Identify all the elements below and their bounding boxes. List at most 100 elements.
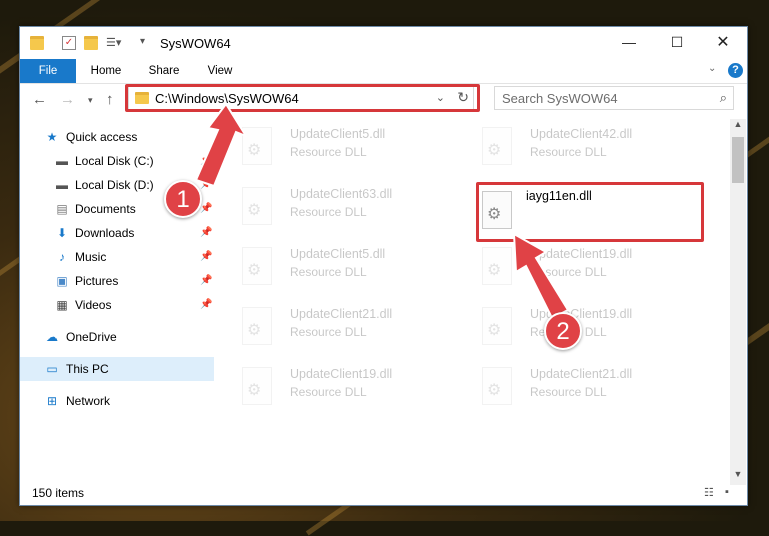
dll-file-icon: ⚙ (242, 127, 272, 165)
pin-icon[interactable]: 📌 (200, 149, 212, 173)
tab-share[interactable]: Share (138, 59, 190, 83)
customize-toolbar-icon[interactable]: ☰▾ (106, 36, 121, 50)
list-item[interactable]: ⚙ UpdateClient19.dll Resource DLL (482, 245, 702, 295)
pin-icon[interactable]: 📌 (200, 269, 212, 293)
item-count: 150 items (32, 486, 85, 500)
file-type: Resource DLL (530, 145, 607, 159)
vertical-scrollbar[interactable]: ▲ ▼ (730, 119, 746, 485)
file-name: UpdateClient19.dll (530, 307, 633, 321)
step-badge-2: 2 (544, 312, 582, 350)
music-icon: ♪ (59, 250, 65, 264)
navigation-bar: ← → ▾ ↑ C:\Windows\SysWOW64 ⌄ ↻ Search S… (20, 84, 747, 116)
minimize-button[interactable]: — (606, 27, 652, 57)
cloud-icon: ☁ (46, 330, 58, 344)
file-name: UpdateClient42.dll (530, 127, 633, 141)
sidebar-item-label: Pictures (75, 274, 119, 288)
pin-icon[interactable]: 📌 (200, 221, 212, 245)
pin-icon[interactable]: 📌 (200, 173, 212, 197)
tab-view[interactable]: View (194, 59, 246, 83)
sidebar-item-label: This PC (66, 362, 109, 376)
ribbon: File Home Share View ⌄ ? (20, 59, 747, 84)
properties-icon[interactable]: ✓ (62, 36, 76, 50)
sidebar-item-this-pc[interactable]: ▭ This PC (20, 357, 214, 381)
sidebar-item-label: Videos (75, 298, 112, 312)
dll-file-icon: ⚙ (482, 127, 512, 165)
sidebar-item-label: Documents (75, 202, 136, 216)
dll-file-icon: ⚙ (242, 187, 272, 225)
file-name: UpdateClient5.dll (290, 127, 386, 141)
sidebar-item-quick-access[interactable]: ★ Quick access (20, 125, 214, 149)
new-folder-icon[interactable] (84, 36, 98, 50)
pin-icon[interactable]: 📌 (200, 293, 212, 317)
sidebar-item-label: Downloads (75, 226, 135, 240)
forward-arrow-icon[interactable]: → (60, 91, 75, 108)
file-type: Resource DLL (530, 385, 607, 399)
sidebar-item-network[interactable]: ⊞ Network (20, 389, 214, 413)
sidebar-item-pictures[interactable]: ▣ Pictures 📌 (20, 269, 214, 293)
file-name: UpdateClient19.dll (290, 367, 393, 381)
file-list: ⚙ UpdateClient5.dll Resource DLL ⚙ Updat… (214, 119, 731, 471)
list-item[interactable]: ⚙ UpdateClient21.dll Resource DLL (242, 305, 462, 355)
explorer-window: ✓ ☰▾ ▾ SysWOW64 — ☐ ✕ File Home Share Vi… (19, 26, 748, 506)
scroll-up-icon[interactable]: ▲ (730, 119, 746, 135)
back-arrow-icon[interactable]: ← (32, 91, 47, 108)
sidebar-item-label: Local Disk (C:) (75, 154, 154, 168)
folder-icon (30, 36, 44, 50)
file-type: Resource DLL (290, 325, 367, 339)
documents-icon: ▤ (56, 202, 68, 216)
list-item[interactable]: ⚙ UpdateClient5.dll Resource DLL (242, 245, 462, 295)
recent-locations-icon[interactable]: ▾ (88, 95, 93, 106)
list-item[interactable]: ⚙ UpdateClient42.dll Resource DLL (482, 125, 702, 175)
details-view-icon[interactable]: ☷ (704, 486, 718, 499)
up-arrow-icon[interactable]: ↑ (106, 91, 114, 108)
help-icon[interactable]: ? (728, 63, 743, 78)
large-icons-view-icon[interactable]: ▪ (725, 486, 739, 498)
list-item[interactable]: ⚙ UpdateClient19.dll Resource DLL (242, 365, 462, 415)
drive-icon: ▬ (56, 178, 68, 192)
dll-file-icon: ⚙ (242, 247, 272, 285)
window-title: SysWOW64 (160, 36, 231, 51)
file-type: Resource DLL (290, 385, 367, 399)
pictures-icon: ▣ (56, 274, 68, 288)
sidebar-item-label: Music (75, 250, 107, 264)
sidebar-item-label: Local Disk (D:) (75, 178, 154, 192)
search-input[interactable]: Search SysWOW64 ⌕ (494, 86, 734, 110)
file-type: Resource DLL (290, 205, 367, 219)
download-icon: ⬇ (56, 226, 68, 240)
sidebar-item-label: OneDrive (66, 330, 117, 344)
file-highlight-box (476, 182, 704, 242)
computer-icon: ▭ (46, 362, 58, 376)
dll-file-icon: ⚙ (482, 367, 512, 405)
maximize-button[interactable]: ☐ (654, 27, 700, 57)
sidebar-item-music[interactable]: ♪ Music 📌 (20, 245, 214, 269)
pin-icon[interactable]: 📌 (200, 245, 212, 269)
file-type: Resource DLL (290, 145, 367, 159)
star-icon: ★ (46, 130, 58, 144)
step-badge-1: 1 (164, 180, 202, 218)
list-item[interactable]: ⚙ UpdateClient5.dll Resource DLL (242, 125, 462, 175)
tab-file[interactable]: File (20, 59, 76, 83)
address-highlight-box (125, 84, 480, 112)
search-placeholder: Search SysWOW64 (502, 91, 618, 106)
close-button[interactable]: ✕ (700, 27, 746, 57)
scroll-thumb[interactable] (732, 137, 744, 183)
file-name: UpdateClient5.dll (290, 247, 386, 261)
list-item[interactable]: ⚙ UpdateClient63.dll Resource DLL (242, 185, 462, 235)
dropdown-icon[interactable]: ▾ (140, 36, 154, 50)
sidebar-item-local-disk-c[interactable]: ▬ Local Disk (C:) 📌 (20, 149, 214, 173)
sidebar-item-videos[interactable]: ▦ Videos 📌 (20, 293, 214, 317)
sidebar-item-downloads[interactable]: ⬇ Downloads 📌 (20, 221, 214, 245)
sidebar-item-onedrive[interactable]: ☁ OneDrive (20, 325, 214, 349)
file-type: Resource DLL (530, 265, 607, 279)
list-item[interactable]: ⚙ UpdateClient19.dll Resource DLL (482, 305, 702, 355)
tab-home[interactable]: Home (80, 59, 132, 83)
sidebar-item-label: Quick access (66, 130, 138, 144)
dll-file-icon: ⚙ (242, 367, 272, 405)
search-icon[interactable]: ⌕ (720, 90, 727, 106)
expand-ribbon-icon[interactable]: ⌄ (708, 63, 716, 74)
file-type: Resource DLL (290, 265, 367, 279)
file-name: UpdateClient21.dll (530, 367, 633, 381)
sidebar-item-label: Network (66, 394, 111, 408)
dll-file-icon: ⚙ (482, 247, 512, 285)
list-item[interactable]: ⚙ UpdateClient21.dll Resource DLL (482, 365, 702, 415)
